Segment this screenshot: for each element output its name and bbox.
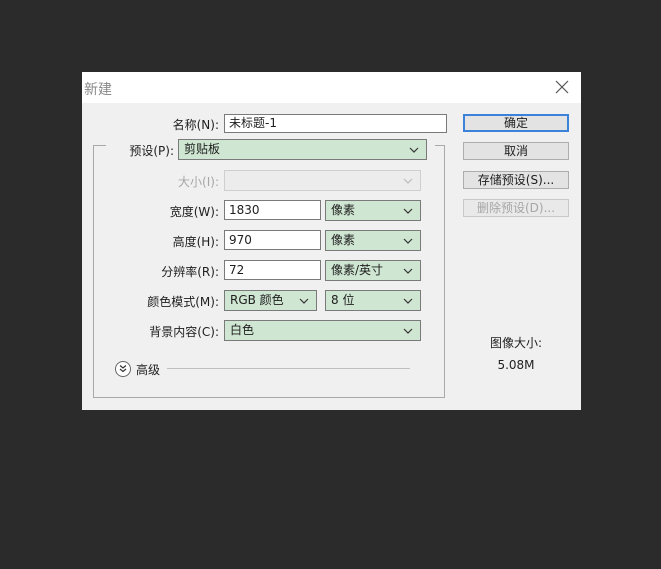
image-size-value: 5.08M [497, 358, 535, 372]
resolution-input[interactable]: 72 [224, 260, 321, 280]
resolution-unit-select[interactable]: 像素/英寸 [325, 260, 421, 281]
resolution-label: 分辨率(R): [161, 265, 219, 279]
width-unit-value: 像素 [331, 203, 356, 217]
background-select[interactable]: 白色 [224, 320, 421, 341]
height-unit-select[interactable]: 像素 [325, 230, 421, 251]
chevron-down-icon [299, 298, 309, 304]
height-input[interactable]: 970 [224, 230, 321, 250]
chevron-down-icon [409, 147, 419, 153]
color-mode-label: 颜色模式(M): [147, 295, 219, 309]
size-select [224, 170, 421, 191]
image-size-label: 图像大小: [489, 336, 543, 350]
chevron-down-icon [403, 268, 413, 274]
height-label: 高度(H): [172, 235, 219, 249]
width-input[interactable]: 1830 [224, 200, 321, 220]
height-unit-value: 像素 [331, 233, 356, 247]
cancel-button[interactable]: 取消 [463, 142, 569, 160]
background-label: 背景内容(C): [149, 325, 219, 339]
chevron-down-icon [403, 208, 413, 214]
delete-preset-button: 删除预设(D)... [463, 199, 569, 217]
resolution-unit-value: 像素/英寸 [331, 263, 384, 277]
preset-label: 预设(P): [129, 144, 174, 158]
bit-depth-select[interactable]: 8 位 [325, 290, 421, 311]
save-preset-button[interactable]: 存储预设(S)... [463, 171, 569, 189]
close-icon[interactable] [553, 78, 571, 96]
chevron-down-icon [403, 238, 413, 244]
preset-value: 剪贴板 [184, 142, 221, 156]
advanced-toggle[interactable] [115, 361, 131, 377]
advanced-label: 高级 [136, 363, 161, 377]
double-chevron-down-icon [119, 365, 127, 373]
ok-button[interactable]: 确定 [463, 114, 569, 132]
group-frame-top-right [435, 145, 444, 146]
name-label: 名称(N): [172, 118, 219, 132]
advanced-divider [167, 368, 410, 369]
size-label: 大小(I): [178, 175, 219, 189]
width-label: 宽度(W): [169, 205, 219, 219]
name-input[interactable]: 未标题-1 [224, 114, 447, 133]
chevron-down-icon [403, 298, 413, 304]
new-document-dialog: 新建 名称(N): 未标题-1 预设(P): 剪贴板 大小(I): 宽度(W):… [82, 72, 581, 410]
width-unit-select[interactable]: 像素 [325, 200, 421, 221]
color-mode-value: RGB 颜色 [230, 293, 284, 307]
chevron-down-icon [403, 328, 413, 334]
title-bar: 新建 [82, 72, 581, 103]
color-mode-select[interactable]: RGB 颜色 [224, 290, 317, 311]
preset-select[interactable]: 剪贴板 [178, 139, 427, 160]
chevron-down-icon [403, 178, 413, 184]
bit-depth-value: 8 位 [331, 293, 355, 307]
dialog-title: 新建 [84, 82, 112, 98]
background-value: 白色 [230, 323, 255, 337]
